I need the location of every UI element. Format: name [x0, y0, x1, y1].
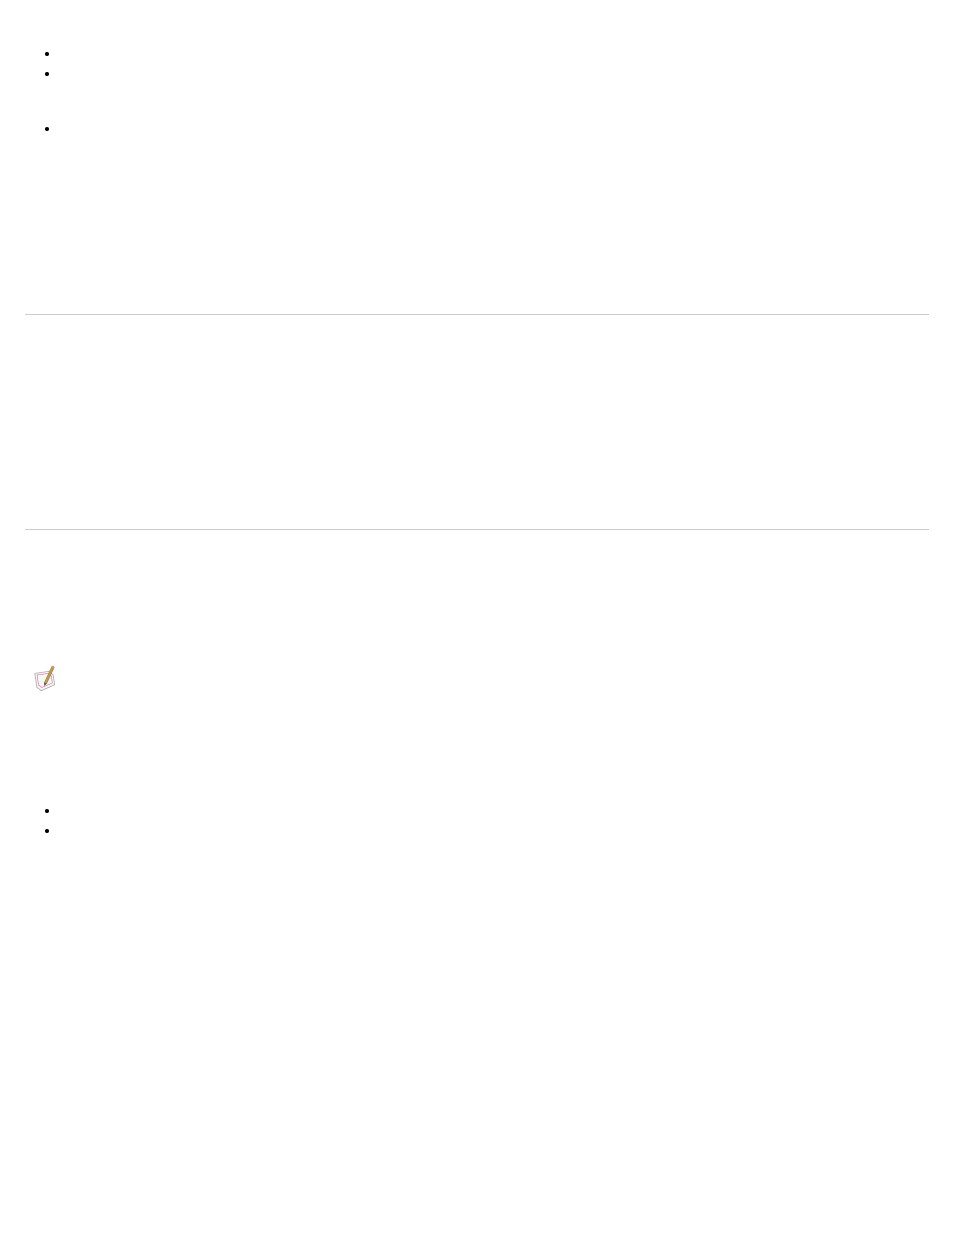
spacer: [0, 530, 954, 664]
list-item: [60, 120, 954, 136]
bottom-bullet-list: [0, 802, 954, 838]
pencil-edit-icon: [32, 664, 62, 692]
spacer: [0, 140, 954, 314]
spacer: [0, 315, 954, 529]
list-item: [60, 822, 954, 838]
list-item: [60, 65, 954, 81]
list-item: [60, 45, 954, 61]
list-item: [60, 802, 954, 818]
spacer: [0, 692, 954, 802]
top-bullet-list: [0, 0, 954, 136]
